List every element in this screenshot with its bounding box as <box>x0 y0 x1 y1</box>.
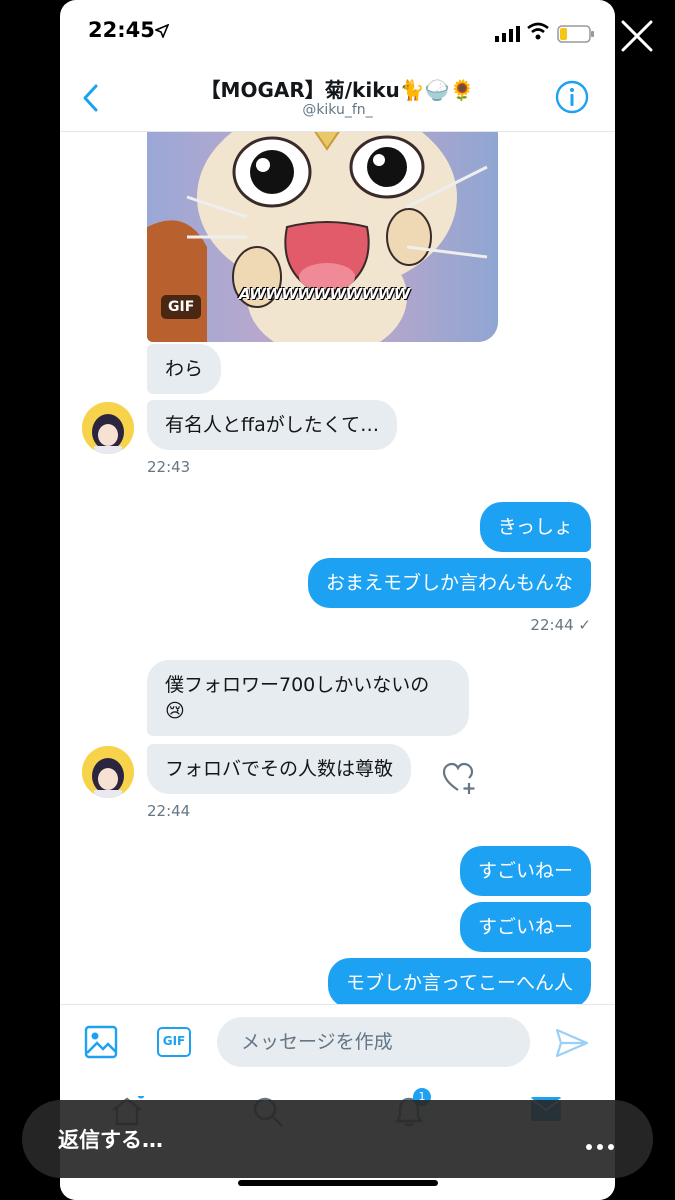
conversation-header: 【MOGAR】菊/kiku🐈🍚🌻 @kiku_fn_ <box>60 60 615 132</box>
message-bubble-outgoing[interactable]: すごいねー <box>459 902 591 952</box>
gif-badge: GIF <box>161 295 202 319</box>
message-bubble-outgoing[interactable]: モブしか言ってこーへん人 <box>327 958 591 1004</box>
gif-caption: AWWWWWWWWWW <box>239 285 410 303</box>
image-icon[interactable] <box>84 1025 118 1063</box>
avatar[interactable] <box>82 746 134 798</box>
status-time: 22:45 <box>88 18 155 42</box>
close-icon[interactable] <box>617 16 657 56</box>
home-indicator <box>238 1180 438 1186</box>
message-timestamp: 22:44 ✓ <box>530 616 591 634</box>
gif-button[interactable]: GIF <box>157 1027 191 1057</box>
conversation-title[interactable]: 【MOGAR】菊/kiku🐈🍚🌻 <box>60 74 615 103</box>
message-emoji: 😢 <box>165 700 185 722</box>
message-bubble-incoming[interactable]: 僕フォロワー700しかいないの 😢 <box>147 660 469 736</box>
message-timestamp: 22:44 <box>147 802 191 820</box>
message-bubble-incoming[interactable]: わら <box>147 344 222 394</box>
signal-icon <box>495 26 521 46</box>
message-line: 僕フォロワー700しかいないの <box>165 674 430 696</box>
conversation-handle: @kiku_fn_ <box>302 102 373 118</box>
heart-plus-icon[interactable] <box>442 762 478 800</box>
info-icon[interactable] <box>555 80 589 114</box>
location-arrow-icon <box>153 23 170 42</box>
message-bubble-outgoing[interactable]: おまえモブしか言わんもんな <box>307 558 591 608</box>
message-bubble-incoming[interactable]: フォロバでその人数は尊敬 <box>147 744 412 794</box>
gif-message[interactable]: AWWWWWWWWWW GIF <box>147 132 498 342</box>
message-timestamp: 22:43 <box>147 458 191 476</box>
reply-label[interactable]: 返信する… <box>58 1124 163 1154</box>
battery-icon <box>557 25 595 47</box>
wifi-icon <box>526 22 550 44</box>
message-input[interactable]: メッセージを作成 <box>217 1017 530 1067</box>
message-list[interactable]: AWWWWWWWWWW GIF わら 有名人とffaがしたくて… 22:43 き… <box>60 132 615 1004</box>
message-composer: GIF メッセージを作成 <box>60 1004 615 1078</box>
send-icon[interactable] <box>555 1027 589 1063</box>
message-bubble-outgoing[interactable]: すごいねー <box>459 846 591 896</box>
message-bubble-incoming[interactable]: 有名人とffaがしたくて… <box>147 400 398 450</box>
more-icon[interactable] <box>585 1136 615 1155</box>
message-bubble-outgoing[interactable]: きっしょ <box>479 502 591 552</box>
avatar[interactable] <box>82 402 134 454</box>
phone-screen: 22:45 【MOGAR】菊/kiku🐈🍚🌻 @kiku_fn_ AWWWWWW… <box>60 0 615 1200</box>
reply-overlay[interactable]: 返信する… <box>22 1100 653 1178</box>
status-bar: 22:45 <box>60 0 615 60</box>
